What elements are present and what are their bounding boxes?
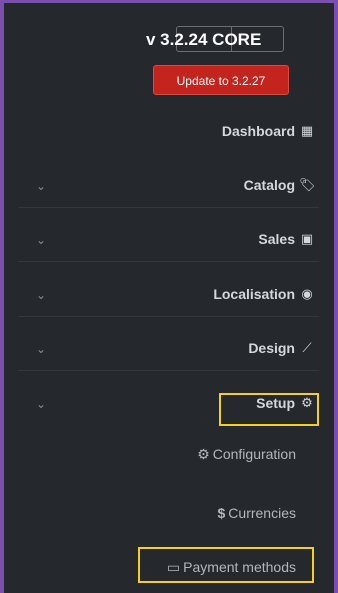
chevron-down-icon[interactable]: ⌄ <box>36 233 46 247</box>
dollar-icon: $ <box>217 505 226 521</box>
paint-brush-icon: ⟋ <box>302 340 312 355</box>
chevron-down-icon[interactable]: ⌄ <box>36 288 46 302</box>
menu-item-label: Sales <box>258 231 295 247</box>
chevron-down-icon[interactable]: ⌄ <box>36 397 46 411</box>
menu-item-design[interactable]: ⌄ Design ⟋ <box>18 328 319 371</box>
highlight-box <box>138 547 314 583</box>
chevron-down-icon[interactable]: ⌄ <box>36 342 46 356</box>
menu-item-sales[interactable]: ⌄ Sales ▣ <box>18 219 319 262</box>
admin-sidebar: v 3.2.24 CORE Update to 3.2.27 Dashboard… <box>4 3 334 593</box>
submenu-item-label: Configuration <box>212 446 296 462</box>
cogs-icon: ⚙ <box>197 446 210 462</box>
submenu-item-configuration[interactable]: ⚙ Configuration <box>197 446 296 463</box>
dashboard-icon: ▦ <box>300 123 314 138</box>
version-text: v 3.2.24 CORE <box>146 30 262 49</box>
update-button[interactable]: Update to 3.2.27 <box>153 65 289 95</box>
highlight-box <box>219 393 319 426</box>
menu-item-catalog[interactable]: ⌄ Catalog 🏷 <box>18 165 319 208</box>
tags-icon: 🏷 <box>299 177 316 192</box>
chevron-down-icon[interactable]: ⌄ <box>36 179 46 193</box>
submenu-item-currencies[interactable]: $ Currencies <box>218 505 297 521</box>
menu-item-label: Design <box>248 340 295 356</box>
menu-item-label: Catalog <box>243 177 295 193</box>
version-badge: v 3.2.24 CORE <box>124 26 314 54</box>
globe-icon: ◉ <box>301 286 313 301</box>
menu-item-label: Dashboard <box>221 123 295 139</box>
menu-item-dashboard[interactable]: Dashboard ▦ <box>18 111 319 153</box>
menu-item-label: Localisation <box>213 286 295 302</box>
submenu-item-label: Currencies <box>228 505 296 521</box>
menu-item-localisation[interactable]: ⌄ Localisation ◉ <box>18 274 319 317</box>
money-icon: ▣ <box>300 231 314 246</box>
